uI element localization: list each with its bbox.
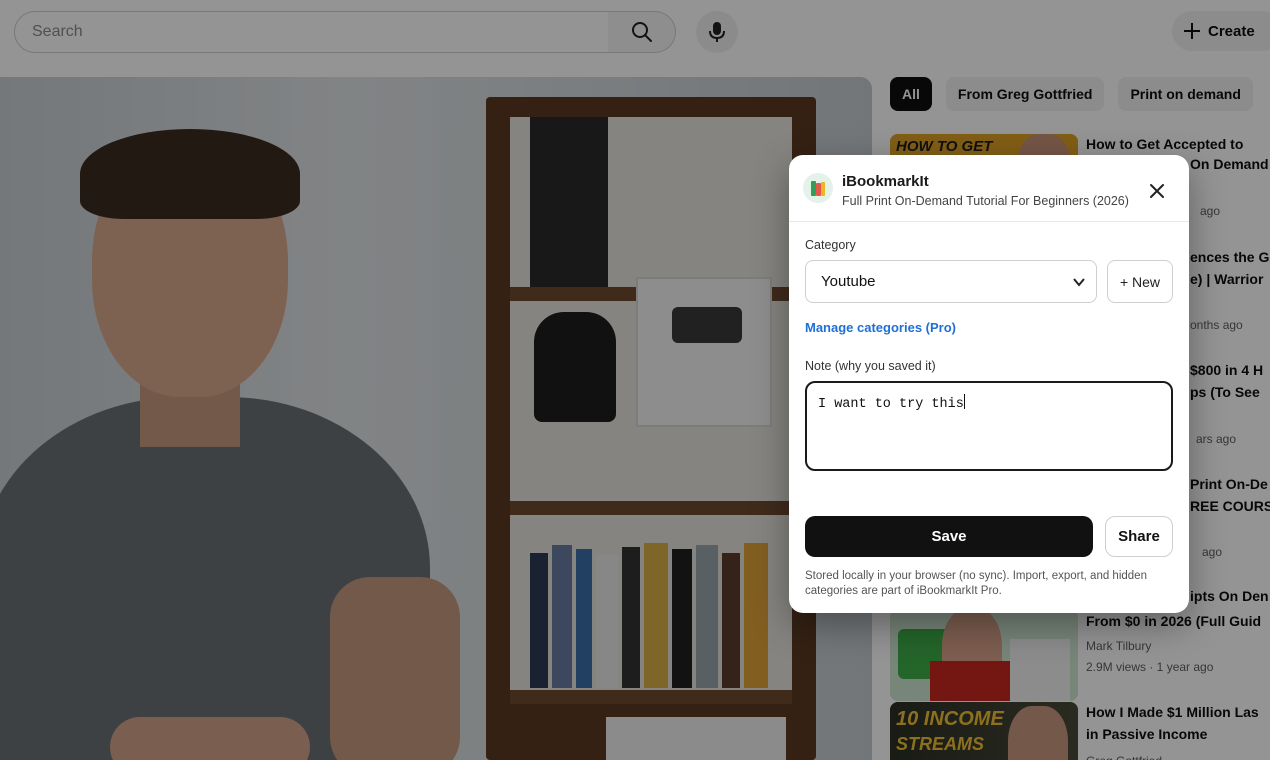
storage-footnote: Stored locally in your browser (no sync)… [805,570,1147,597]
text-caret [963,394,965,409]
ibookmarkit-logo-icon [803,173,833,203]
close-icon [1150,184,1164,198]
note-textarea[interactable]: I want to try this [805,381,1173,471]
note-text: I want to try this [818,397,964,412]
app-name: iBookmarkIt [842,173,929,190]
save-button[interactable]: Save [805,516,1093,557]
popup-header: iBookmarkIt Full Print On-Demand Tutoria… [789,155,1189,222]
category-dropdown[interactable]: Youtube [806,261,1096,302]
ibookmarkit-popup: iBookmarkIt Full Print On-Demand Tutoria… [789,155,1189,613]
category-select[interactable]: Youtube [805,260,1097,303]
close-button[interactable] [1145,179,1169,203]
note-label: Note (why you saved it) [805,359,936,373]
category-label: Category [805,238,856,252]
video-title: Full Print On-Demand Tutorial For Beginn… [842,194,1129,208]
manage-categories-link[interactable]: Manage categories (Pro) [805,320,956,335]
share-button[interactable]: Share [1105,516,1173,557]
new-category-button[interactable]: + New [1107,260,1173,303]
